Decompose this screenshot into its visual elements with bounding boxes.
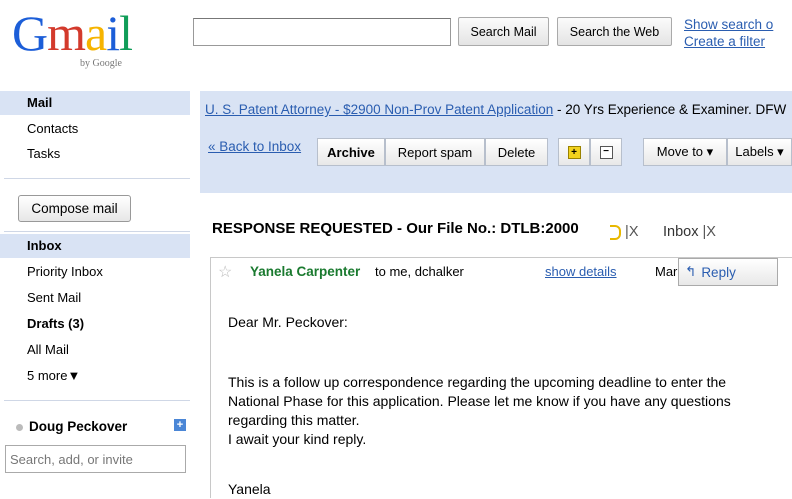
search-web-button[interactable]: Search the Web (557, 17, 672, 46)
back-to-inbox-link[interactable]: « Back to Inbox (208, 139, 301, 154)
ad-text: - 20 Yrs Experience & Examiner. DFW (553, 102, 787, 117)
report-spam-button[interactable]: Report spam (385, 138, 485, 166)
reply-button[interactable]: ↰ Reply (678, 258, 778, 286)
logo-byline: by Google (80, 58, 122, 69)
importance-marker-icon (610, 224, 621, 240)
mark-unimportant-button[interactable]: − (590, 138, 622, 166)
message-paragraph: This is a follow up correspondence regar… (228, 374, 731, 447)
reply-arrow-icon: ↰ (685, 264, 697, 279)
search-input[interactable] (193, 18, 451, 46)
chat-user[interactable]: Doug Peckover (16, 419, 127, 434)
nav-divider (4, 178, 190, 179)
chat-options-plus-icon[interactable]: + (174, 419, 186, 431)
gmail-logo-word: Gmail (12, 5, 133, 61)
remove-inbox-label-x[interactable]: X (706, 224, 716, 240)
caret-down-icon: ▼ (67, 368, 81, 383)
more-folders-label: 5 more (27, 368, 68, 383)
reply-label: Reply (701, 264, 736, 280)
plus-label-icon: + (567, 145, 581, 159)
folder-sent-mail[interactable]: Sent Mail (0, 286, 190, 310)
attachment-paperclip-icon (657, 262, 658, 263)
message-signoff: Yanela (228, 481, 271, 497)
search-mail-button[interactable]: Search Mail (458, 17, 549, 46)
nav-contacts[interactable]: Contacts (0, 117, 190, 141)
star-icon[interactable]: ☆ (218, 262, 232, 282)
remove-importance-x[interactable]: X (629, 224, 639, 240)
mark-important-button[interactable]: + (558, 138, 590, 166)
sponsored-ad: U. S. Patent Attorney - $2900 Non-Prov P… (205, 102, 786, 117)
chat-user-name: Doug Peckover (29, 419, 128, 434)
nav-divider (4, 400, 190, 401)
folder-inbox[interactable]: Inbox (0, 234, 190, 258)
chat-search-input[interactable] (5, 445, 186, 473)
create-filter-link[interactable]: Create a filter (684, 33, 773, 50)
more-folders-link[interactable]: 5 more▼ (0, 364, 190, 388)
folder-priority-inbox[interactable]: Priority Inbox (0, 260, 190, 284)
inbox-label-tag: Inbox |X (663, 224, 716, 240)
move-to-dropdown[interactable]: Move to ▾ (643, 138, 727, 166)
inbox-label-text[interactable]: Inbox (663, 224, 698, 240)
sender-name[interactable]: Yanela Carpenter (250, 264, 360, 279)
delete-button[interactable]: Delete (485, 138, 548, 166)
labels-dropdown[interactable]: Labels ▾ (727, 138, 792, 166)
nav-tasks[interactable]: Tasks (0, 142, 190, 166)
gmail-logo[interactable]: Gmail by Google (12, 5, 133, 70)
search-options-links: Show search o Create a filter (684, 16, 773, 50)
folder-drafts[interactable]: Drafts (3) (0, 312, 190, 336)
status-dot-icon (16, 423, 23, 431)
nav-divider (4, 231, 190, 232)
compose-mail-button[interactable]: Compose mail (18, 195, 131, 222)
folder-all-mail[interactable]: All Mail (0, 338, 190, 362)
show-details-link[interactable]: show details (545, 264, 617, 279)
show-search-options-link[interactable]: Show search o (684, 16, 773, 33)
archive-button[interactable]: Archive (317, 138, 385, 166)
message-greeting: Dear Mr. Peckover: (228, 314, 348, 330)
recipients: to me, dchalker (375, 264, 464, 279)
message-subject: RESPONSE REQUESTED - Our File No.: DTLB:… (212, 220, 579, 237)
minus-label-icon: − (599, 145, 613, 159)
importance-label: |X (610, 224, 638, 240)
ad-link[interactable]: U. S. Patent Attorney - $2900 Non-Prov P… (205, 102, 553, 117)
nav-mail[interactable]: Mail (0, 91, 190, 115)
